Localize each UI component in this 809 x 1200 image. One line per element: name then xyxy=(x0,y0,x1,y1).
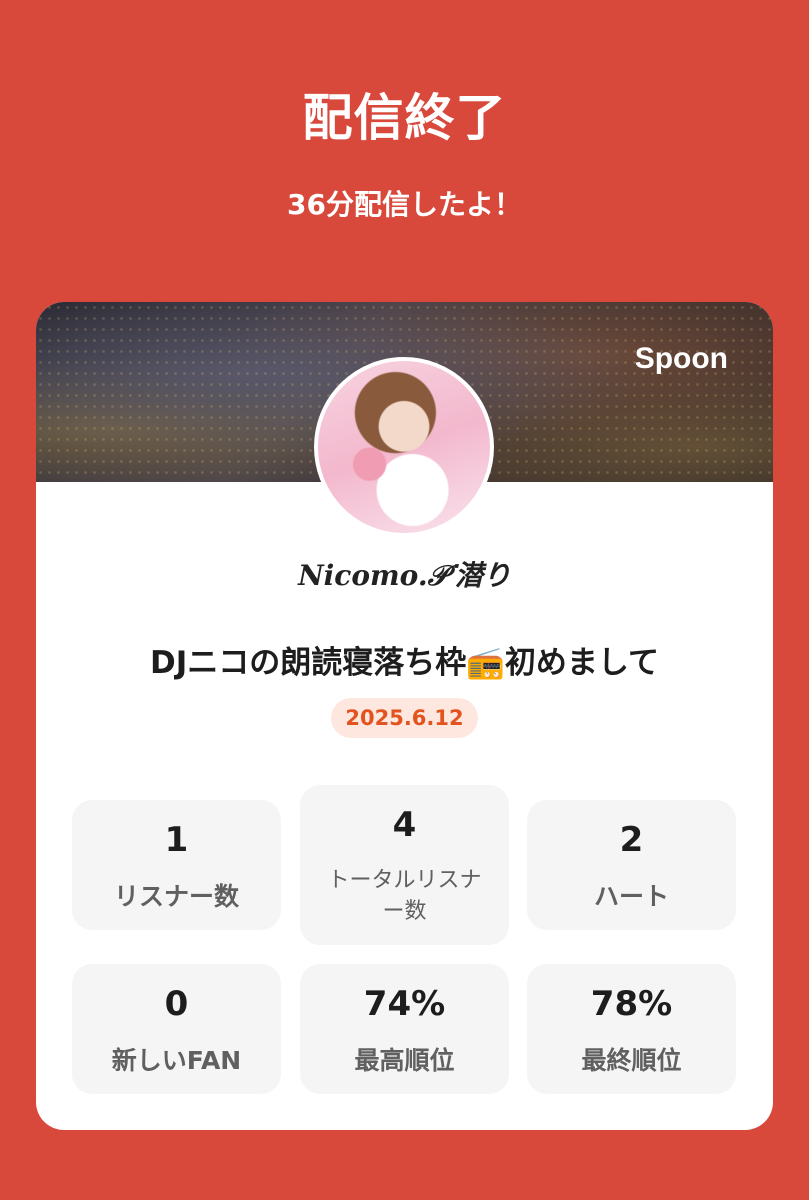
stat-value: 1 xyxy=(164,820,189,860)
stat-value: 74% xyxy=(363,984,446,1024)
stat-label: トータルリスナー数 xyxy=(327,868,482,924)
stat-listeners: 1 リスナー数 xyxy=(72,800,281,930)
stat-hearts: 2 ハート xyxy=(527,800,736,930)
stat-value: 2 xyxy=(619,820,644,860)
stat-label: リスナー数 xyxy=(113,882,239,911)
spoon-logo: Spoon xyxy=(634,342,728,375)
stat-value: 0 xyxy=(164,984,189,1024)
stat-total-listeners: 4 トータルリスナー数 xyxy=(300,785,509,945)
live-title: DJニコの朗読寝落ち枠📻初めまして xyxy=(150,645,659,681)
date-badge: 2025.6.12 xyxy=(331,698,478,738)
username: Nicomo.𝒫ᐝ潜り xyxy=(298,559,511,592)
stat-label: 新しいFAN xyxy=(111,1046,242,1075)
summary-card: Spoon Nicomo.𝒫ᐝ潜り DJニコの朗読寝落ち枠📻初めまして 2025… xyxy=(36,302,773,1130)
stat-label: 最終順位 xyxy=(581,1046,682,1075)
stat-label: ハート xyxy=(593,882,669,911)
page-title: 配信終了 xyxy=(302,89,507,147)
stat-new-fans: 0 新しいFAN xyxy=(72,964,281,1094)
stat-highest-rank: 74% 最高順位 xyxy=(300,964,509,1094)
duration-subtitle: 36分配信したよ！ xyxy=(287,188,522,221)
stat-value: 78% xyxy=(590,984,673,1024)
stat-final-rank: 78% 最終順位 xyxy=(527,964,736,1094)
stat-label: 最高順位 xyxy=(354,1046,455,1075)
avatar[interactable] xyxy=(314,357,494,537)
date-container: 2025.6.12 xyxy=(36,698,773,738)
stat-value: 4 xyxy=(392,805,417,845)
